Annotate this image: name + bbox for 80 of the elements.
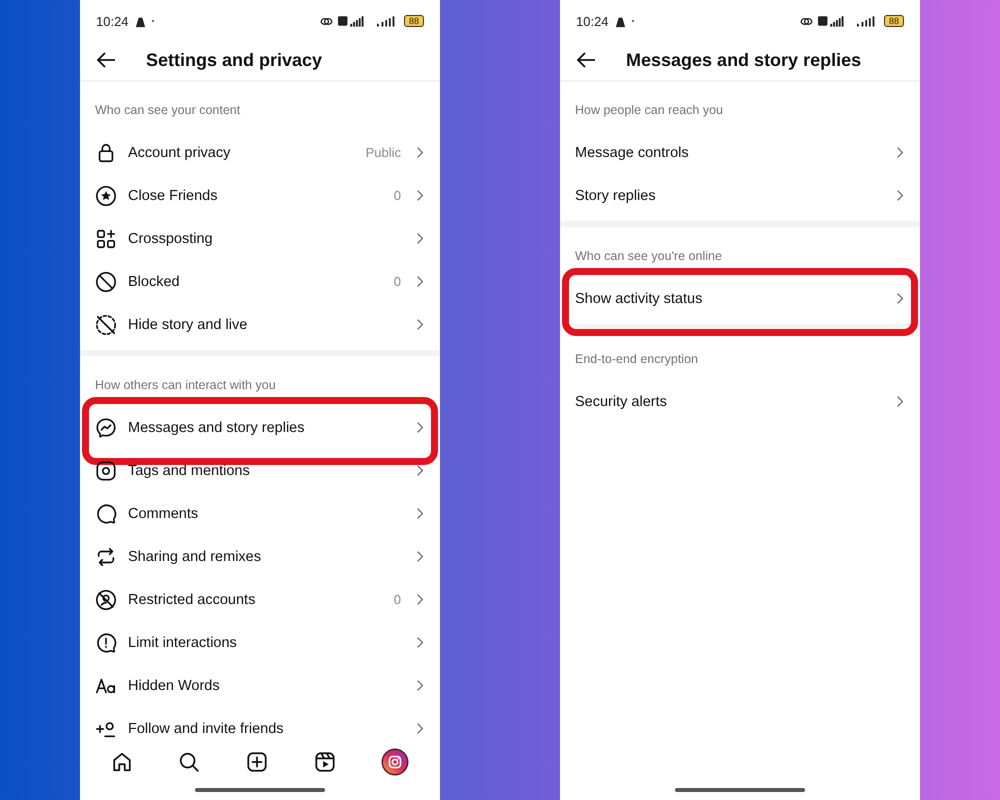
row-label: Limit interactions — [128, 634, 238, 650]
settings-row[interactable]: Blocked 0 — [80, 260, 440, 303]
row-value: 0 — [394, 188, 401, 203]
chevron-icon — [416, 722, 424, 735]
row-label: Comments — [128, 506, 200, 522]
chevron-icon — [416, 464, 424, 477]
settings-row[interactable]: Close Friends 0 — [80, 174, 440, 217]
settings-row[interactable]: Account privacy Public — [80, 131, 440, 174]
row-label: Message controls — [575, 144, 690, 160]
chevron-icon — [416, 275, 424, 288]
chevron-icon — [896, 146, 904, 159]
blocked-icon — [95, 270, 117, 292]
section-heading: How people can reach you — [574, 102, 724, 119]
profile-avatar-icon[interactable] — [381, 748, 410, 776]
row-label: Hidden Words — [128, 678, 221, 694]
chevron-icon — [416, 636, 424, 649]
chevron-icon — [416, 146, 424, 159]
settings-row[interactable]: Security alerts — [560, 380, 920, 423]
row-label: Close Friends — [128, 188, 218, 204]
messenger-icon — [95, 416, 117, 438]
hidden-story-icon — [95, 314, 117, 336]
battery-indicator: 88 — [404, 15, 424, 27]
settings-row[interactable]: Follow and invite friends — [80, 707, 440, 738]
row-value: Public — [366, 145, 401, 160]
row-value: 0 — [394, 592, 401, 607]
settings-row[interactable]: Crossposting — [80, 217, 440, 260]
settings-row[interactable]: Limit interactions — [80, 621, 440, 664]
section-heading: Who can see your content — [94, 102, 242, 119]
chevron-icon — [416, 679, 424, 692]
chevron-icon — [416, 189, 424, 202]
chevron-icon — [416, 318, 424, 331]
settings-row[interactable]: Hide story and live — [80, 303, 440, 346]
settings-row[interactable]: Tags and mentions — [80, 449, 440, 492]
reels-icon[interactable] — [314, 751, 336, 773]
settings-row[interactable]: Comments — [80, 492, 440, 535]
row-label: Show activity status — [575, 290, 704, 306]
chevron-icon — [416, 593, 424, 606]
grid-plus-icon — [95, 228, 117, 250]
chevron-icon — [416, 232, 424, 245]
row-label: Messages and story replies — [128, 420, 306, 436]
row-label: Crossposting — [128, 230, 214, 246]
row-label: Story replies — [575, 188, 657, 204]
comment-icon — [95, 502, 117, 524]
settings-row[interactable]: Hidden Words — [80, 664, 440, 707]
chevron-icon — [896, 395, 904, 408]
row-label: Account privacy — [128, 144, 232, 160]
row-label: Blocked — [128, 274, 181, 290]
row-label: Sharing and remixes — [128, 548, 262, 564]
section-heading: End-to-end encryption — [574, 351, 699, 368]
settings-row[interactable]: Sharing and remixes — [80, 535, 440, 578]
status-time: 10:24 — [576, 14, 609, 28]
row-label: Restricted accounts — [128, 592, 256, 608]
battery-indicator: 88 — [884, 15, 904, 27]
row-label: Follow and invite friends — [128, 720, 285, 736]
row-label: Hide story and live — [128, 316, 248, 332]
row-label: Security alerts — [575, 394, 668, 410]
mention-icon — [95, 460, 117, 482]
restricted-icon — [95, 588, 117, 610]
settings-row[interactable]: Message controls — [560, 131, 920, 174]
search-icon[interactable] — [178, 751, 200, 773]
settings-row[interactable]: Story replies — [560, 174, 920, 217]
section-heading: How others can interact with you — [94, 377, 277, 394]
remix-icon — [95, 546, 117, 568]
chevron-icon — [416, 507, 424, 520]
screen-title: Settings and privacy — [146, 50, 322, 70]
status-time: 10:24 — [96, 14, 129, 28]
section-heading: Who can see you're online — [574, 248, 723, 265]
add-post-icon[interactable] — [246, 751, 268, 773]
alert-icon — [95, 632, 117, 654]
chevron-icon — [416, 421, 424, 434]
chevron-icon — [896, 292, 904, 305]
settings-row[interactable]: Show activity status — [560, 277, 920, 320]
chevron-icon — [896, 189, 904, 202]
settings-row[interactable]: Restricted accounts 0 — [80, 578, 440, 621]
row-label: Tags and mentions — [128, 462, 251, 478]
row-value: 0 — [394, 274, 401, 289]
home-icon[interactable] — [110, 751, 133, 773]
screen-title: Messages and story replies — [626, 50, 862, 70]
settings-row[interactable]: Messages and story replies — [80, 406, 440, 449]
chevron-icon — [416, 550, 424, 563]
